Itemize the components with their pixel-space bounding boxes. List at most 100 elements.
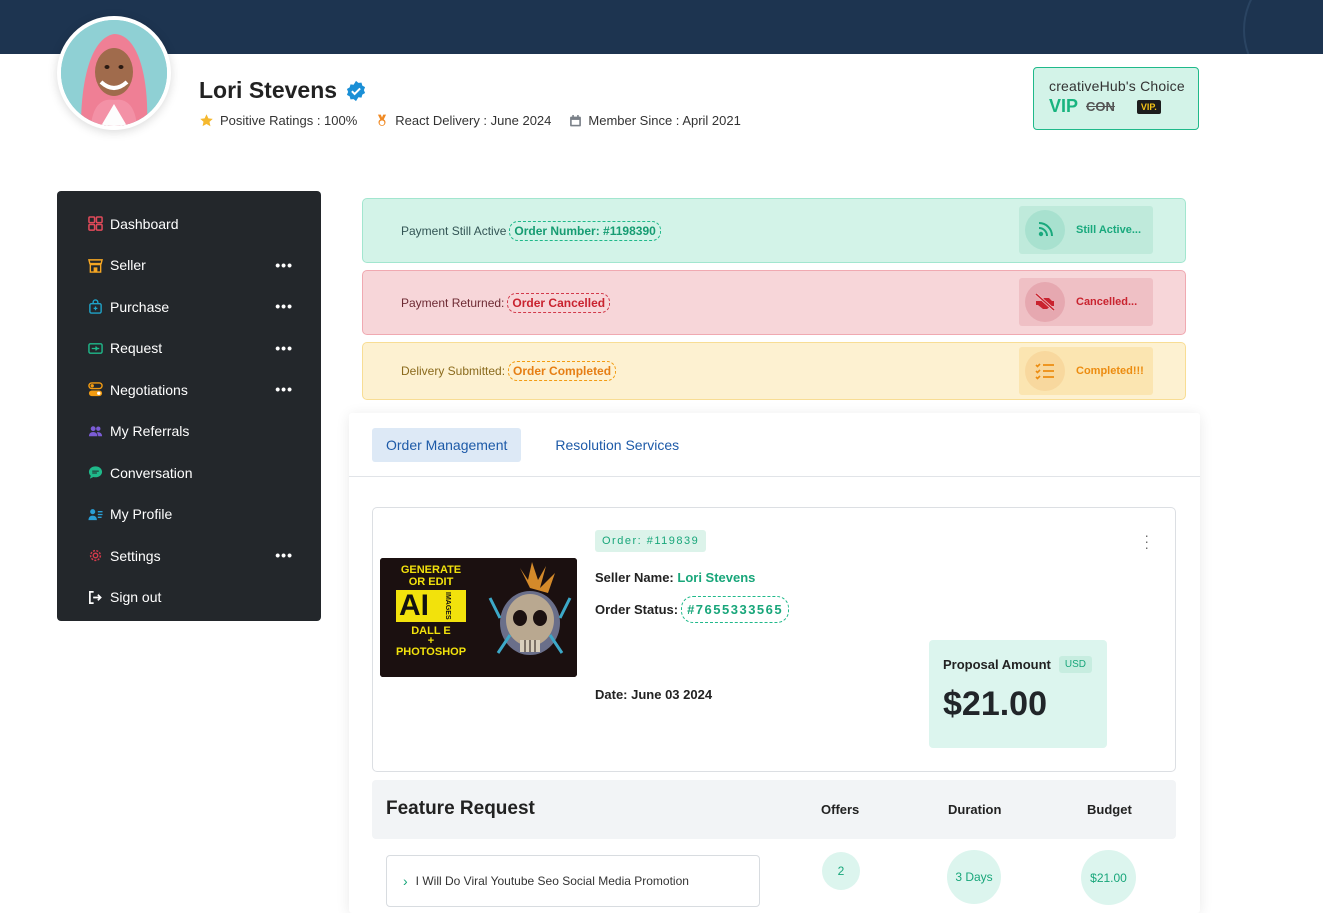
status-payment-active: Payment Still Active Order Number: #1198… bbox=[362, 198, 1186, 263]
offers-count: 2 bbox=[822, 852, 860, 890]
delivery-text: React Delivery : June 2024 bbox=[395, 113, 552, 128]
col-budget: Budget bbox=[1087, 802, 1132, 817]
status-text: Delivery Submitted: bbox=[401, 364, 506, 378]
duration-value: 3 Days bbox=[947, 850, 1001, 904]
sidebar-item-label: Seller bbox=[110, 257, 146, 274]
order-status-field: Order Status: #7655333565 bbox=[595, 596, 790, 623]
budget-value: $21.00 bbox=[1081, 850, 1136, 905]
sidebar-item-settings[interactable]: Settings ••• bbox=[57, 535, 321, 577]
col-offers: Offers bbox=[821, 802, 860, 817]
sidebar-item-negotiations[interactable]: Negotiations ••• bbox=[57, 369, 321, 411]
order-number-pill: Order Number: #1198390 bbox=[509, 220, 661, 241]
con-label: CON bbox=[1086, 99, 1115, 114]
ratings-text: Positive Ratings : 100% bbox=[220, 113, 358, 128]
cancelled-button[interactable]: Cancelled... bbox=[1019, 278, 1153, 326]
sidebar-item-label: Request bbox=[110, 340, 163, 357]
sidebar-item-label: Negotiations bbox=[110, 381, 188, 398]
top-banner bbox=[0, 0, 1323, 54]
sidebar-item-label: Dashboard bbox=[110, 215, 179, 232]
star-icon bbox=[200, 114, 213, 127]
tab-order-management[interactable]: Order Management bbox=[372, 427, 522, 462]
more-icon[interactable]: ••• bbox=[275, 257, 293, 273]
sidebar-item-label: Sign out bbox=[110, 589, 162, 606]
feature-request-label: I Will Do Viral Youtube Seo Social Media… bbox=[415, 874, 689, 888]
completed-button[interactable]: Completed!!! bbox=[1019, 347, 1153, 395]
chat-icon bbox=[87, 465, 103, 481]
broadcast-icon bbox=[1025, 210, 1065, 250]
sidebar-item-conversation[interactable]: Conversation bbox=[57, 452, 321, 494]
hand-slash-icon bbox=[1025, 282, 1065, 322]
still-active-label: Still Active... bbox=[1076, 224, 1142, 236]
seller-name-field: Seller Name: Lori Stevens bbox=[595, 570, 755, 585]
order-date: Date: June 03 2024 bbox=[595, 687, 713, 702]
feature-request-title: Feature Request bbox=[386, 798, 535, 819]
seller-name-label: Seller Name: bbox=[595, 570, 674, 585]
checklist-icon bbox=[1025, 351, 1065, 391]
dashboard-icon bbox=[87, 216, 103, 232]
member-since-text: Member Since : April 2021 bbox=[588, 113, 741, 128]
currency-badge: USD bbox=[1058, 656, 1092, 673]
status-text: Payment Still Active bbox=[401, 223, 507, 238]
seller-name-value[interactable]: Lori Stevens bbox=[677, 570, 755, 585]
toggle-icon bbox=[87, 382, 103, 398]
vip-label: VIP bbox=[1049, 96, 1079, 116]
sidebar-item-label: Settings bbox=[110, 547, 161, 564]
medal-icon bbox=[378, 114, 387, 126]
gig-thumbnail[interactable]: GENERATE OR EDIT AI IMAGES DALL E + PHOT… bbox=[380, 558, 577, 677]
sidebar: Dashboard Seller ••• Purchase ••• Reques… bbox=[57, 191, 321, 621]
sidebar-item-my-profile[interactable]: My Profile bbox=[57, 494, 321, 536]
profile-meta: Positive Ratings : 100% React Delivery :… bbox=[199, 113, 741, 128]
bag-icon bbox=[87, 299, 103, 315]
sidebar-item-label: Conversation bbox=[110, 464, 193, 481]
order-status-value: #7655333565 bbox=[681, 596, 790, 623]
order-status-label: Order Status: bbox=[595, 602, 679, 617]
more-icon[interactable]: ••• bbox=[275, 547, 293, 563]
order-card: GENERATE OR EDIT AI IMAGES DALL E + PHOT… bbox=[372, 507, 1176, 772]
verified-icon bbox=[346, 80, 366, 101]
sidebar-item-label: My Profile bbox=[110, 506, 173, 523]
more-icon[interactable]: ••• bbox=[275, 381, 293, 397]
order-panel: Order Management Resolution Services GEN bbox=[349, 413, 1200, 913]
vip-choice-box: creativeHub's Choice VIP CON VIP. bbox=[1033, 67, 1199, 130]
sidebar-item-my-referrals[interactable]: My Referrals bbox=[57, 411, 321, 453]
proposal-label: Proposal Amount bbox=[943, 657, 1051, 672]
thumb-text-or-edit: OR EDIT bbox=[408, 576, 454, 588]
thumb-text-photoshop: PHOTOSHOP bbox=[395, 646, 467, 658]
sidebar-item-seller[interactable]: Seller ••• bbox=[57, 245, 321, 287]
signout-icon bbox=[87, 589, 103, 605]
order-id-badge: Order: #119839 bbox=[595, 530, 707, 552]
order-cancelled-pill: Order Cancelled bbox=[507, 292, 611, 313]
sidebar-item-sign-out[interactable]: Sign out bbox=[57, 577, 321, 619]
profile-name: Lori Stevens bbox=[199, 77, 338, 103]
sidebar-item-dashboard[interactable]: Dashboard bbox=[57, 203, 321, 245]
feature-request-header: Feature Request Offers Duration Budget bbox=[372, 780, 1176, 839]
store-icon bbox=[87, 257, 103, 273]
profile-icon bbox=[87, 506, 103, 522]
status-text: Payment Returned: bbox=[401, 295, 505, 310]
thumb-text-generate: GENERATE bbox=[400, 564, 462, 576]
users-icon bbox=[87, 423, 103, 439]
completed-label: Completed!!! bbox=[1076, 365, 1144, 377]
profile-name-row: Lori Stevens bbox=[199, 77, 367, 104]
status-payment-returned: Payment Returned: Order Cancelled Cancel… bbox=[362, 270, 1186, 335]
cancelled-label: Cancelled... bbox=[1076, 296, 1138, 308]
sidebar-item-label: My Referrals bbox=[110, 423, 190, 440]
ticket-icon bbox=[87, 340, 103, 356]
thumb-text-images: IMAGES bbox=[444, 592, 451, 620]
more-icon[interactable]: ••• bbox=[275, 298, 293, 314]
sidebar-item-request[interactable]: Request ••• bbox=[57, 328, 321, 370]
still-active-button[interactable]: Still Active... bbox=[1019, 206, 1153, 254]
avatar[interactable] bbox=[57, 16, 171, 130]
thumb-text-ai: AI bbox=[399, 589, 429, 622]
col-duration: Duration bbox=[948, 802, 1002, 817]
gear-icon bbox=[87, 548, 103, 564]
more-icon[interactable]: ••• bbox=[275, 340, 293, 356]
tab-resolution-services[interactable]: Resolution Services bbox=[541, 428, 693, 462]
vip-badge-icon: VIP. bbox=[1136, 99, 1161, 114]
proposal-amount: $21.00 bbox=[943, 685, 1047, 723]
sidebar-item-label: Purchase bbox=[110, 298, 170, 315]
proposal-amount-box: Proposal Amount USD $21.00 bbox=[929, 640, 1107, 748]
kebab-menu-icon[interactable]: · · · bbox=[1144, 528, 1149, 554]
sidebar-item-purchase[interactable]: Purchase ••• bbox=[57, 286, 321, 328]
feature-request-row[interactable]: › I Will Do Viral Youtube Seo Social Med… bbox=[386, 855, 760, 907]
